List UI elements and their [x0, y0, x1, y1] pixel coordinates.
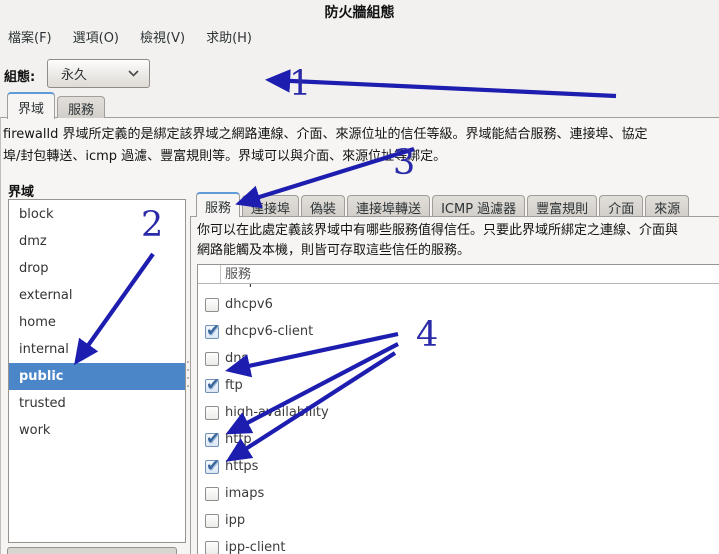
service-row[interactable]: dns: [198, 345, 719, 372]
zone-list-item[interactable]: internal: [9, 336, 185, 363]
zone-intro-line2: 埠/封包轉送、icmp 過濾、豐富規則等。界域可以與介面、來源位址等綁定。: [3, 146, 719, 167]
zone-list-item[interactable]: drop: [9, 255, 185, 282]
service-row[interactable]: ipp-client: [198, 534, 719, 554]
services-column-header[interactable]: 服務: [198, 265, 719, 284]
service-checkbox[interactable]: [205, 514, 219, 528]
annotation-number-1: 1: [289, 67, 311, 102]
zone-list-item[interactable]: dmz: [9, 228, 185, 255]
main-tabs: 界域 服務: [7, 92, 107, 118]
zone-list-header: 界域: [8, 181, 34, 200]
menu-view[interactable]: 檢視(V): [134, 24, 191, 49]
zone-list-item[interactable]: home: [9, 309, 185, 336]
service-checkbox[interactable]: [205, 406, 219, 420]
service-row[interactable]: ✔ https: [198, 453, 719, 480]
service-checkbox-checked[interactable]: ✔: [205, 379, 219, 393]
menu-help[interactable]: 求助(H): [200, 24, 258, 49]
services-table: 服務 dhcp dhcpv6 ✔ dhcpv6-client dns ✔ ftp…: [197, 264, 719, 554]
tab-zones[interactable]: 界域: [7, 92, 55, 119]
chevron-down-icon: [128, 70, 139, 77]
config-combobox[interactable]: 永久: [47, 59, 150, 88]
service-checkbox[interactable]: [205, 541, 219, 554]
check-icon: ✔: [206, 318, 220, 345]
service-checkbox[interactable]: [205, 352, 219, 366]
menubar: 檔案(F) 選項(O) 檢視(V) 求助(H): [2, 24, 267, 49]
service-row[interactable]: ✔ ftp: [198, 372, 719, 399]
check-icon: ✔: [206, 453, 220, 480]
services-intro-line2: 網路能觸及本機，則皆可存取這些信任的服務。: [197, 241, 719, 261]
tab-zone-icmp-filter[interactable]: ICMP 過濾器: [432, 195, 525, 216]
zone-list: block dmz drop external home internal pu…: [8, 199, 186, 543]
menu-file[interactable]: 檔案(F): [2, 24, 58, 49]
tab-zone-interfaces[interactable]: 介面: [599, 195, 643, 216]
service-row-partial: dhcp: [198, 284, 719, 291]
tab-zone-port-forwarding[interactable]: 連接埠轉送: [347, 195, 430, 216]
service-row[interactable]: dhcpv6: [198, 291, 719, 318]
config-label: 組態:: [4, 66, 35, 85]
zone-list-item[interactable]: work: [9, 417, 185, 444]
service-checkbox[interactable]: [205, 298, 219, 312]
zone-settings-tabs: 服務 連接埠 偽裝 連接埠轉送 ICMP 過濾器 豐富規則 介面 來源: [196, 192, 691, 216]
zone-list-item[interactable]: trusted: [9, 390, 185, 417]
column-divider: [220, 265, 221, 283]
zone-list-item-selected[interactable]: public: [9, 363, 185, 390]
service-checkbox-checked[interactable]: ✔: [205, 433, 219, 447]
services-intro-line1: 你可以在此處定義該界域中有哪些服務值得信任。只要此界域所綁定之連線、介面與: [197, 221, 719, 241]
firewall-config-window: 防火牆組態 檔案(F) 選項(O) 檢視(V) 求助(H) 組態: 永久 界域 …: [0, 0, 719, 554]
zone-action-button-partial[interactable]: [7, 547, 177, 554]
service-checkbox[interactable]: [205, 487, 219, 501]
tab-zone-sources[interactable]: 來源: [645, 195, 689, 216]
annotation-arrow-1: [270, 80, 616, 96]
menu-options[interactable]: 選項(O): [67, 24, 125, 49]
zone-list-item[interactable]: block: [9, 201, 185, 228]
tab-zone-ports[interactable]: 連接埠: [242, 195, 299, 216]
tab-zone-masquerading[interactable]: 偽裝: [301, 195, 345, 216]
tab-zone-services[interactable]: 服務: [196, 192, 240, 217]
tab-services[interactable]: 服務: [57, 96, 105, 118]
service-row[interactable]: ✔ http: [198, 426, 719, 453]
service-row[interactable]: high-availability: [198, 399, 719, 426]
service-row[interactable]: imaps: [198, 480, 719, 507]
service-row[interactable]: ipp: [198, 507, 719, 534]
service-checkbox-checked[interactable]: ✔: [205, 325, 219, 339]
tab-zone-rich-rules[interactable]: 豐富規則: [527, 195, 597, 216]
config-combobox-value: 永久: [48, 64, 128, 83]
window-title: 防火牆組態: [0, 2, 719, 22]
service-checkbox-checked[interactable]: ✔: [205, 460, 219, 474]
check-icon: ✔: [206, 426, 220, 453]
zone-intro-line1: firewalld 界域所定義的是綁定該界域之網路連線、介面、來源位址的信任等級…: [3, 124, 719, 145]
check-icon: ✔: [206, 372, 220, 399]
service-row[interactable]: ✔ dhcpv6-client: [198, 318, 719, 345]
zone-list-item[interactable]: external: [9, 282, 185, 309]
